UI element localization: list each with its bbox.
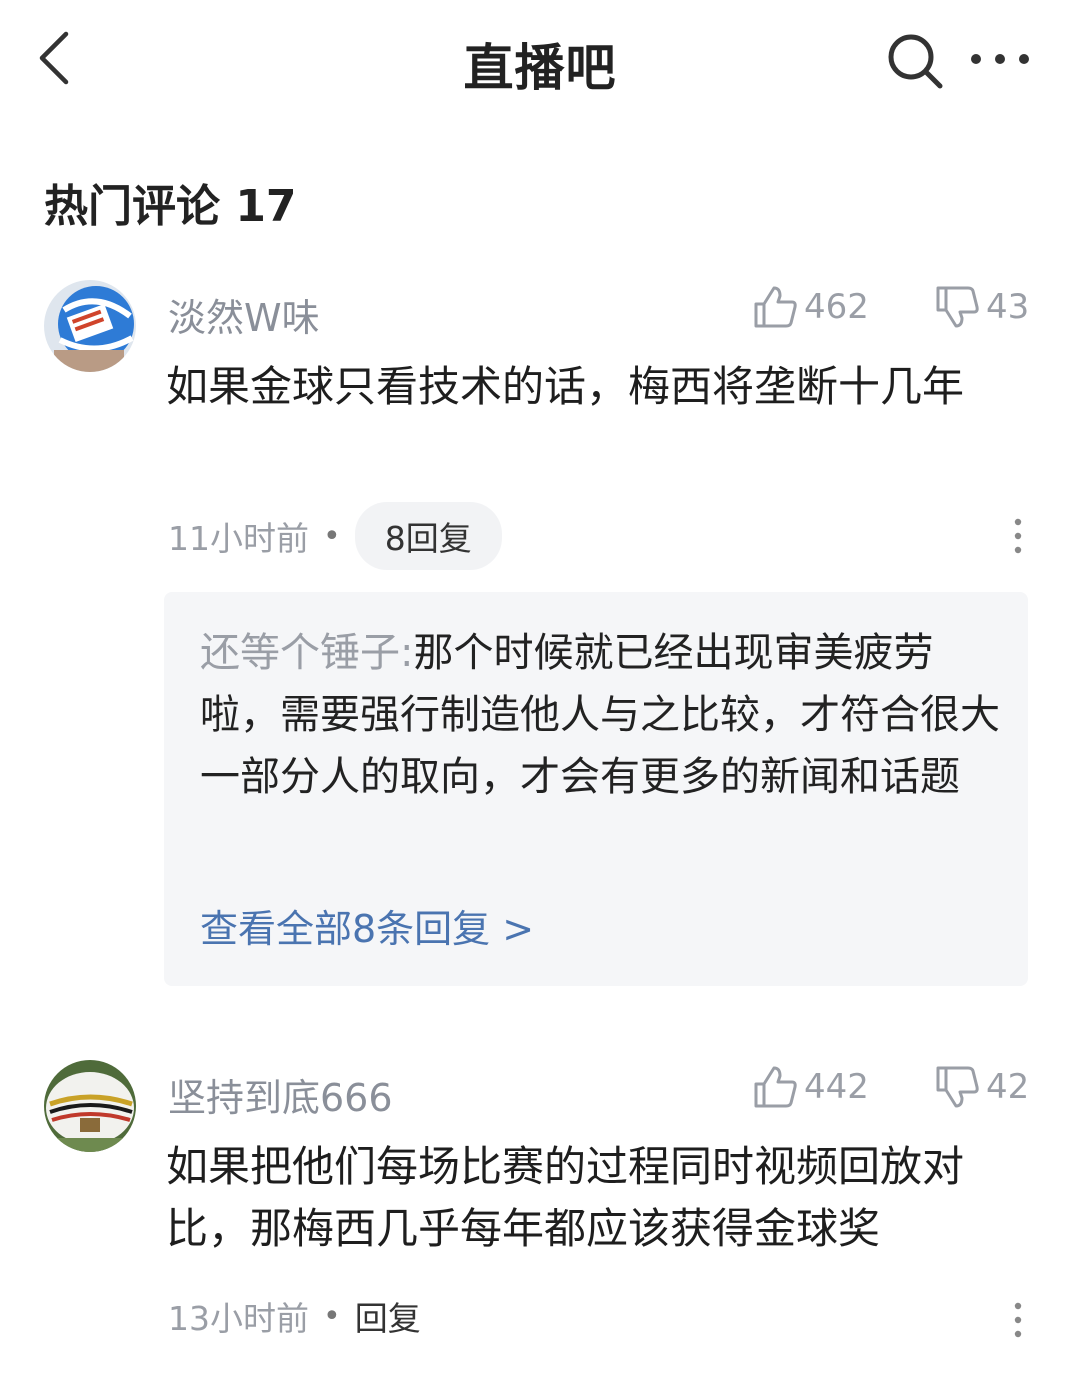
kebab-menu-icon[interactable] <box>1008 1300 1028 1340</box>
more-horizontal-icon[interactable] <box>968 44 1032 74</box>
kebab-menu-icon[interactable] <box>1008 516 1028 556</box>
avatar[interactable] <box>44 280 136 372</box>
like-button[interactable]: 462 <box>752 284 869 330</box>
separator-dot: • <box>323 1298 341 1334</box>
comment-username[interactable]: 坚持到底666 <box>168 1067 393 1122</box>
dislike-count: 42 <box>986 1067 1030 1107</box>
view-all-replies-link[interactable]: 查看全部8条回复 > <box>200 898 534 953</box>
thumbs-up-icon <box>754 1066 797 1108</box>
like-count: 442 <box>804 1067 869 1107</box>
comment-time: 13小时前 <box>168 1299 309 1338</box>
like-button[interactable]: 442 <box>752 1064 869 1110</box>
reply-author[interactable]: 还等个锤子: <box>200 630 413 676</box>
reply-preview: 还等个锤子:那个时候就已经出现审美疲劳啦，需要强行制造他人与之比较，才符合很大一… <box>200 622 1000 808</box>
reply-preview-box[interactable]: 还等个锤子:那个时候就已经出现审美疲劳啦，需要强行制造他人与之比较，才符合很大一… <box>164 592 1028 986</box>
search-icon[interactable] <box>886 32 944 90</box>
reply-button[interactable]: 回复 <box>355 1292 421 1340</box>
hot-comments-title: 热门评论 17 <box>44 181 297 232</box>
thumbs-down-icon <box>936 1066 979 1108</box>
avatar[interactable] <box>44 1060 136 1152</box>
comment-text: 如果把他们每场比赛的过程同时视频回放对比，那梅西几乎每年都应该获得金球奖 <box>166 1142 965 1253</box>
comment-meta: 11小时前 • 8回复 <box>168 502 502 570</box>
comment-text: 如果金球只看技术的话，梅西将垄断十几年 <box>166 362 965 411</box>
like-count: 462 <box>804 287 869 327</box>
thumbs-up-icon <box>754 286 797 328</box>
top-nav-bar: 直播吧 <box>0 0 1080 120</box>
dislike-button[interactable]: 43 <box>934 284 1029 330</box>
comment-time: 11小时前 <box>168 519 309 558</box>
separator-dot: • <box>323 518 341 554</box>
comment-username[interactable]: 淡然W味 <box>168 287 320 342</box>
dislike-button[interactable]: 42 <box>934 1064 1029 1110</box>
dislike-count: 43 <box>986 287 1030 327</box>
reply-count-button[interactable]: 8回复 <box>354 502 502 570</box>
comment-meta: 13小时前 • 回复 <box>168 1292 421 1340</box>
thumbs-down-icon <box>936 286 979 328</box>
